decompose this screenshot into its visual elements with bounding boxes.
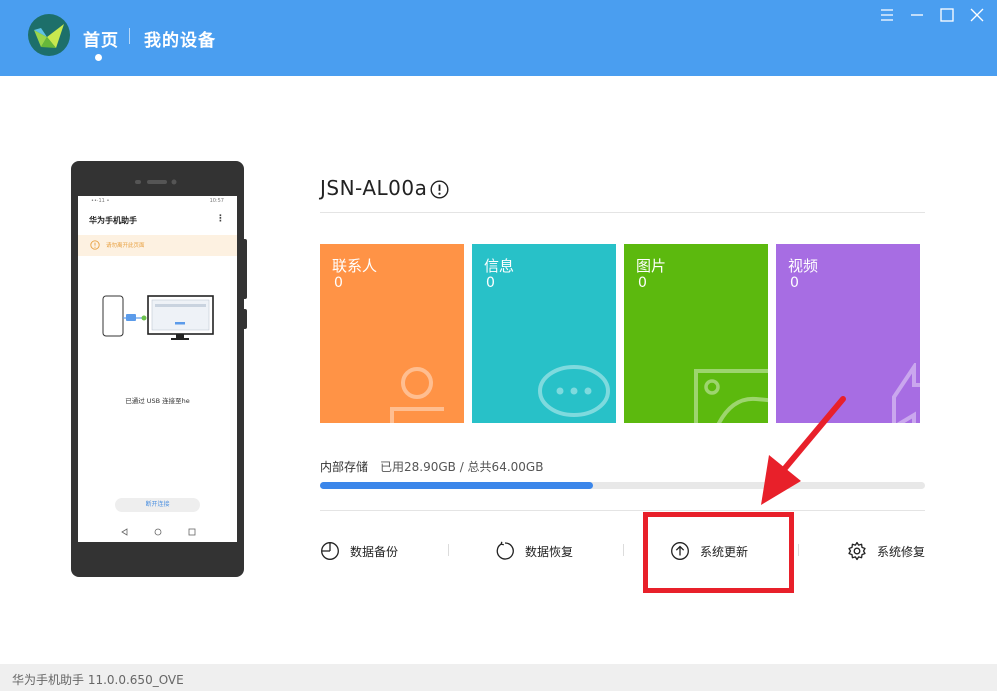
- device-info-icon[interactable]: [430, 180, 449, 199]
- status-bar: 华为手机助手 11.0.0.650_OVE: [0, 664, 997, 691]
- phone-notice-bar: 请勿离开此页面: [78, 235, 237, 256]
- phone-status-time: 10:57: [209, 198, 224, 204]
- backup-icon: [321, 542, 339, 560]
- title-bar: 首页 我的设备: [0, 0, 997, 76]
- contact-icon: [390, 367, 444, 423]
- close-icon[interactable]: [968, 6, 986, 24]
- tile-contacts[interactable]: 联系人 0: [320, 244, 464, 423]
- tile-count: 0: [334, 275, 343, 291]
- restore-icon: [496, 541, 514, 560]
- menu-icon[interactable]: [878, 6, 896, 24]
- backup-button[interactable]: 数据备份: [320, 540, 420, 562]
- tile-label: 视频: [788, 257, 819, 275]
- action-label: 数据备份: [350, 545, 399, 559]
- message-icon: [538, 365, 610, 417]
- system-repair-button[interactable]: 系统修复: [847, 540, 927, 562]
- phone-side-button: [244, 239, 247, 299]
- phone-app-title: 华为手机助手: [89, 216, 137, 225]
- nav-tab-my-devices[interactable]: 我的设备: [144, 26, 216, 51]
- warning-icon: [90, 240, 100, 250]
- tile-label: 图片: [636, 257, 667, 275]
- phone-status-signal: ••·11 •: [91, 198, 110, 204]
- action-label: 系统修复: [877, 545, 926, 559]
- active-tab-indicator: [95, 54, 102, 61]
- tile-label: 信息: [484, 257, 515, 275]
- minimize-icon[interactable]: [908, 6, 926, 24]
- usb-connection-illustration: [102, 295, 214, 340]
- phone-camera: [135, 179, 177, 185]
- nav-tab-home[interactable]: 首页: [83, 26, 119, 51]
- annotation-arrow-icon: [761, 396, 846, 505]
- phone-notice-text: 请勿离开此页面: [106, 243, 145, 249]
- phone-screen: ••·11 • 10:57 华为手机助手 ⋮ 请勿离开此页面 已通过 USB 连: [78, 196, 237, 542]
- phone-menu-icon: ⋮: [216, 214, 225, 224]
- tile-count: 0: [638, 275, 647, 291]
- phone-usb-status: 已通过 USB 连接至he: [125, 397, 190, 405]
- storage-progress-fill: [320, 482, 594, 489]
- tile-label: 联系人: [332, 257, 378, 275]
- gear-icon: [848, 541, 866, 561]
- phone-nav-keys: [121, 528, 196, 536]
- app-version: 华为手机助手 11.0.0.650_OVE: [12, 673, 184, 687]
- action-separator: [798, 544, 799, 556]
- restore-button[interactable]: 数据恢复: [495, 540, 595, 562]
- action-separator: [623, 544, 624, 556]
- divider: [320, 510, 925, 511]
- phone-mockup: ••·11 • 10:57 华为手机助手 ⋮ 请勿离开此页面 已通过 USB 连: [71, 161, 247, 577]
- phone-disconnect-button: 断开连接: [115, 498, 200, 512]
- action-label: 数据恢复: [525, 545, 574, 559]
- device-name: JSN-AL00a: [320, 176, 428, 200]
- maximize-icon[interactable]: [938, 6, 956, 24]
- storage-usage-text: 已用28.90GB / 总共64.00GB: [380, 460, 544, 474]
- nav-divider: [129, 28, 130, 44]
- phone-side-button: [244, 309, 247, 329]
- tile-images[interactable]: 图片 0: [624, 244, 768, 423]
- annotation-highlight-box: [643, 512, 794, 593]
- tile-messages[interactable]: 信息 0: [472, 244, 616, 423]
- tile-count: 0: [486, 275, 495, 291]
- video-icon: [892, 363, 920, 423]
- divider: [320, 212, 925, 213]
- tile-count: 0: [790, 275, 799, 291]
- storage-label: 内部存储: [320, 460, 369, 474]
- app-logo-icon: [28, 14, 70, 56]
- action-separator: [448, 544, 449, 556]
